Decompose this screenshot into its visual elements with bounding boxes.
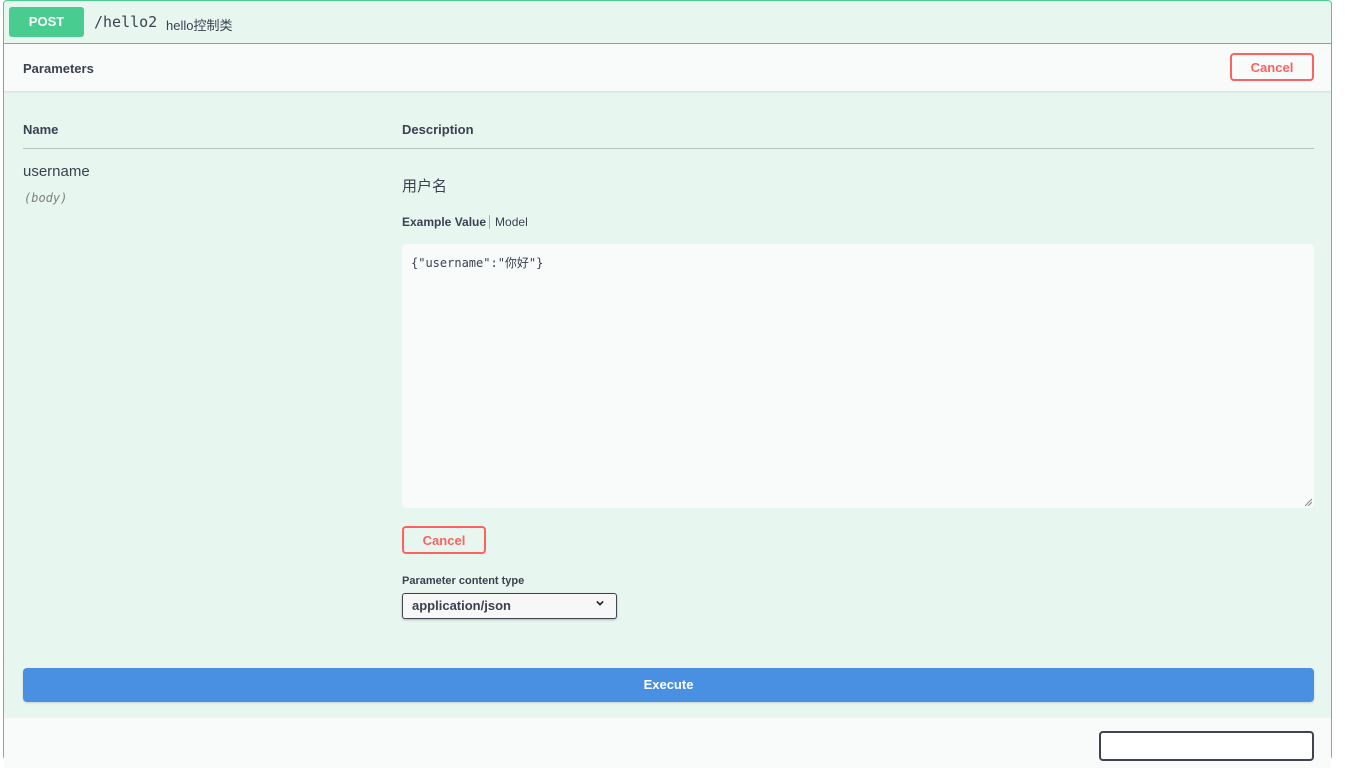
parameter-location: (body) <box>24 191 68 205</box>
content-type-value: application/json <box>412 598 511 613</box>
parameter-description: 用户名 <box>402 178 448 195</box>
parameter-name: username <box>23 163 90 180</box>
post-operation-block: POST /hello2 hello控制类 Parameters Cancel … <box>3 0 1332 768</box>
parameters-header: Parameters Cancel <box>4 44 1331 91</box>
tab-model[interactable]: Model <box>490 215 528 229</box>
method-badge: POST <box>9 7 84 37</box>
operation-summary-text: hello控制类 <box>166 18 233 33</box>
description-column-header: Description <box>402 122 474 137</box>
try-out-cancel-button[interactable]: Cancel <box>1230 53 1314 81</box>
content-type-label: Parameter content type <box>402 575 525 587</box>
example-model-tabs: Example Value Model <box>402 215 528 229</box>
operation-path: /hello2 <box>94 13 158 31</box>
tab-example-value[interactable]: Example Value <box>402 215 491 229</box>
table-divider <box>23 148 1314 149</box>
parameters-title: Parameters <box>23 61 94 76</box>
execute-button[interactable]: Execute <box>23 668 1314 702</box>
request-body-textarea[interactable]: {"username":"你好"} <box>402 244 1314 508</box>
name-column-header: Name <box>23 122 59 137</box>
chevron-down-icon <box>596 600 604 606</box>
request-body-value: {"username":"你好"} <box>411 256 544 270</box>
operation-summary[interactable]: POST /hello2 hello控制类 <box>4 1 1331 44</box>
resize-handle-icon[interactable] <box>1304 498 1312 506</box>
responses-section <box>4 718 1331 768</box>
body-cancel-button[interactable]: Cancel <box>402 526 486 554</box>
response-content-type-select[interactable] <box>1099 731 1314 761</box>
content-type-select[interactable]: application/json <box>402 593 617 619</box>
